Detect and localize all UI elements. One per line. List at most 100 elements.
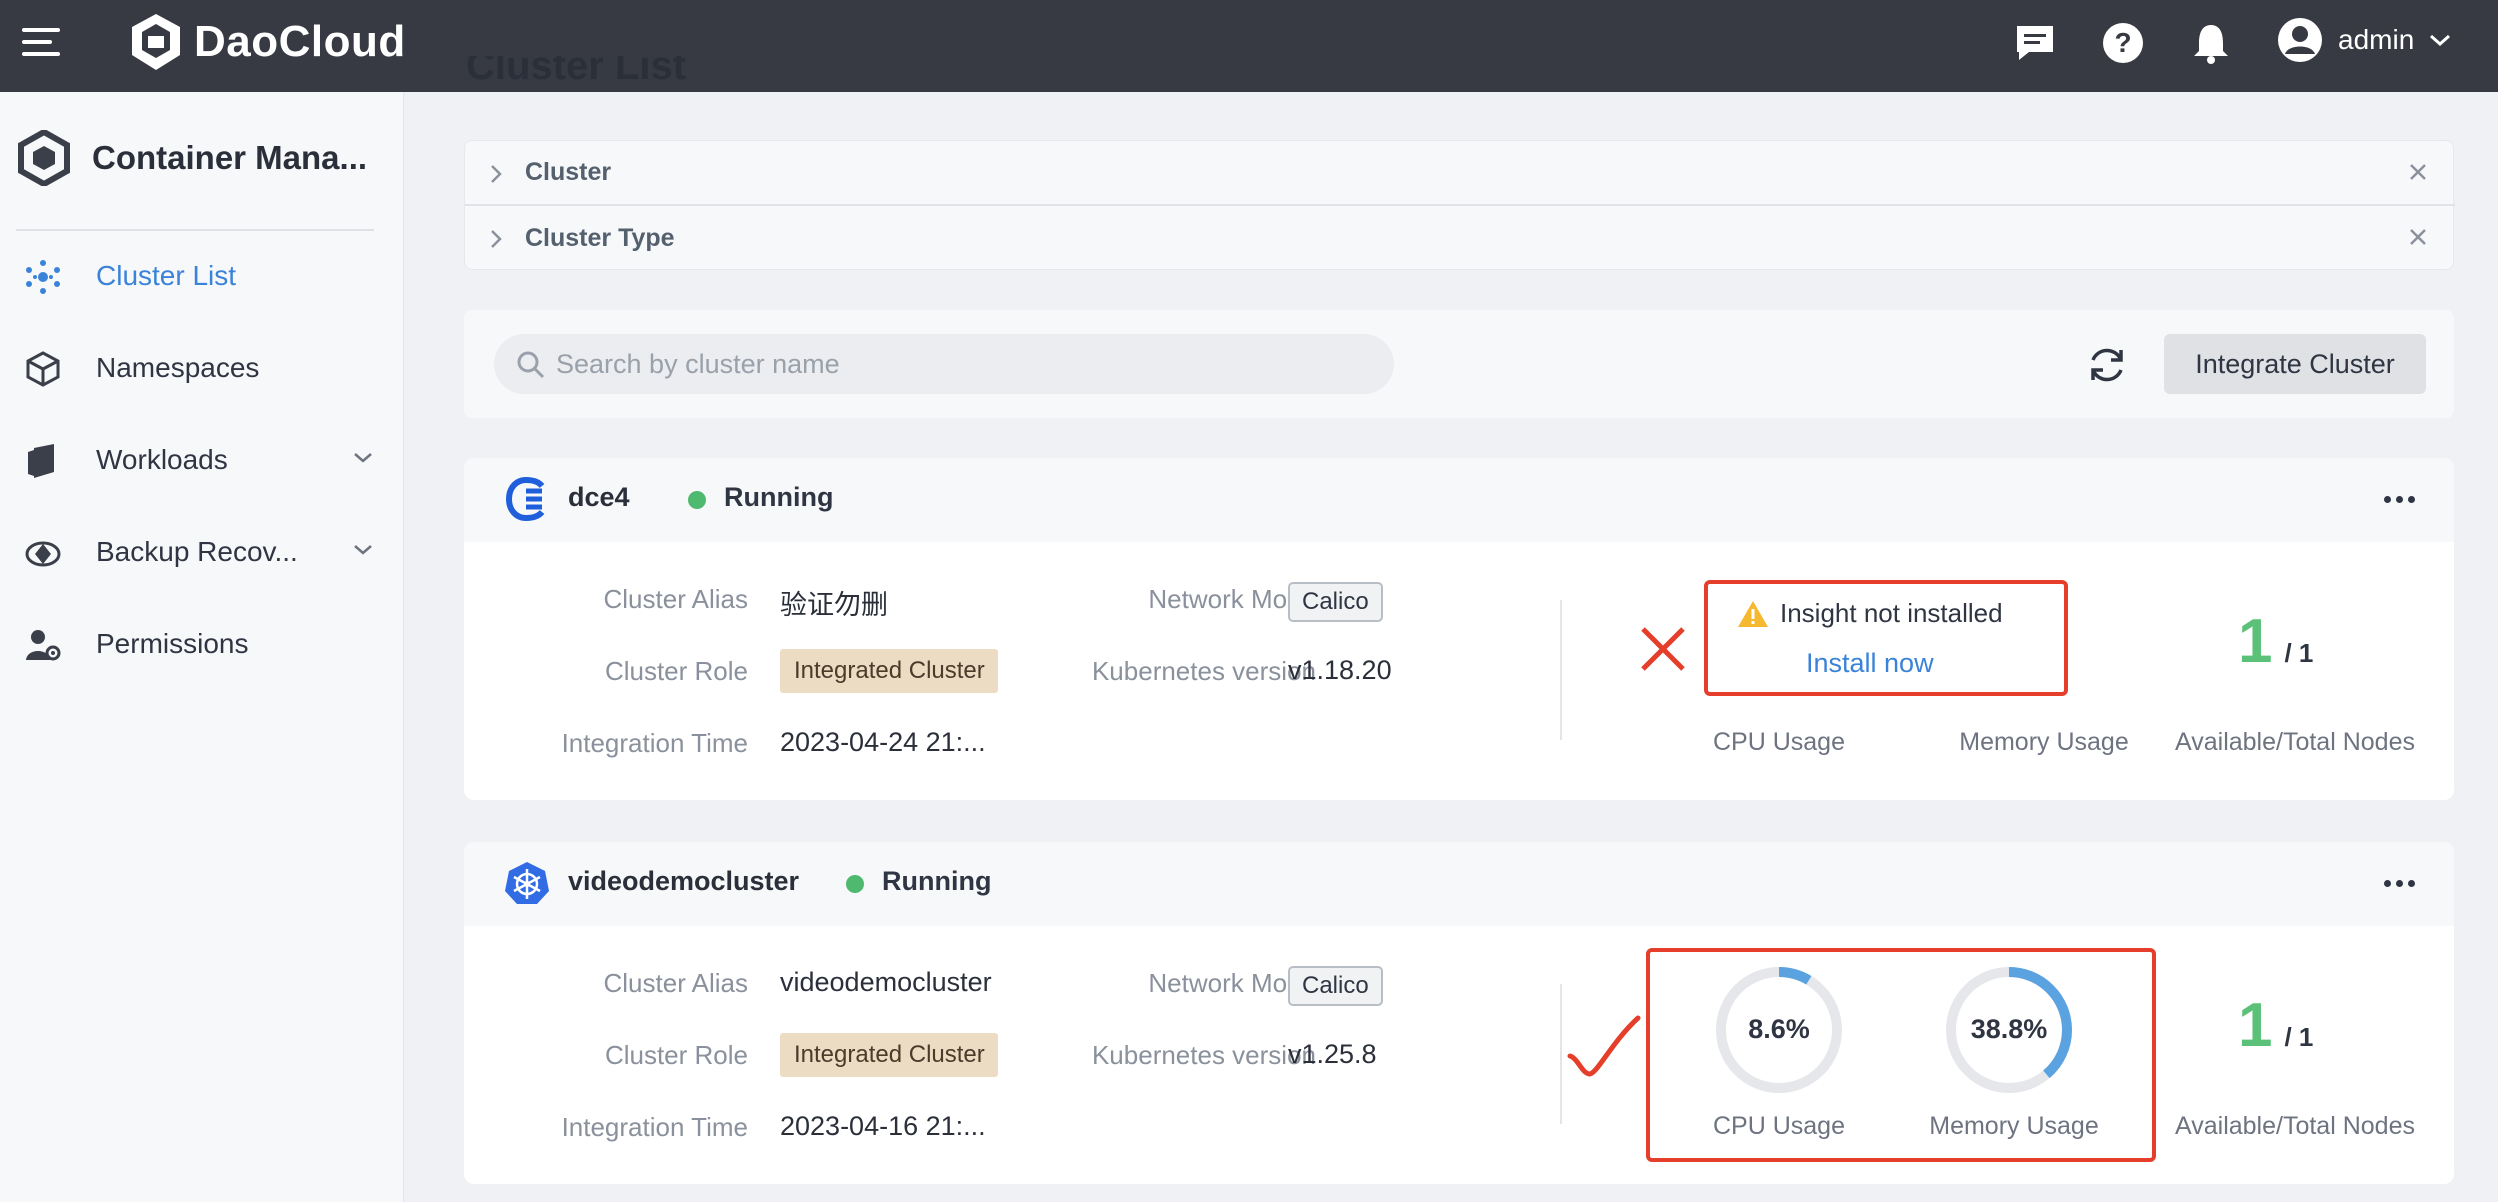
app-header: Container Mana... [18,130,367,186]
integration-time-label: Integration Time [561,1112,748,1142]
user-menu[interactable]: admin [2276,16,2452,64]
chevron-down-icon [354,545,372,555]
sidebar-item-cluster-list[interactable]: Cluster List [0,244,404,308]
chevron-down-icon [354,453,372,463]
sidebar-item-label: Workloads [96,444,228,475]
nodes-label: Available/Total Nodes [2175,728,2415,756]
filter-label: Cluster Type [525,224,675,252]
search-icon [517,351,545,379]
filter-cluster-type[interactable]: Cluster Type [465,206,2455,271]
filter-panel: Cluster Cluster Type [464,140,2455,271]
nodes-total: / 1 [2284,1022,2314,1052]
top-bar: DaoCloud ? admin [0,0,2498,92]
avatar-icon [2278,18,2322,62]
brand-name: DaoCloud [194,17,406,66]
container-management-icon [18,130,70,186]
network-mode-label: Network Mode [1148,968,1316,998]
permissions-icon [26,630,61,661]
toolbar: Integrate Cluster [464,310,2454,418]
insight-warning-text: Insight not installed [1780,598,2003,628]
backup-icon [25,541,61,567]
nodes-available: 1 [2238,607,2273,676]
menu-icon[interactable] [22,26,62,60]
k8s-version-label: Kubernetes version [1091,1040,1316,1070]
network-mode-label: Network Mode [1148,584,1316,614]
sidebar-item-label: Backup Recov... [96,536,298,567]
search-input[interactable] [556,340,1376,388]
k8s-version-label: Kubernetes version [1091,656,1316,686]
cluster-card-dce4: dce4 Running Cluster Alias 验证勿删 Cluster … [464,458,2454,800]
sidebar-item-namespaces[interactable]: Namespaces [0,336,404,400]
nodes-label: Available/Total Nodes [2175,1112,2415,1140]
sidebar-item-backup-recovery[interactable]: Backup Recov... [0,520,404,584]
cluster-alias-label: Cluster Alias [603,968,749,998]
cluster-name[interactable]: videodemocluster [568,866,799,897]
dce-logo-icon [505,476,545,522]
install-now-link[interactable]: Install now [1806,648,1934,679]
memory-usage-label: Memory Usage [1929,1112,2099,1140]
network-mode-tag: Calico [1288,582,1383,622]
nodes-available: 1 [2238,991,2273,1060]
cluster-role-label: Cluster Role [604,656,748,686]
sidebar: Container Mana... Cluster List Namespace… [0,92,404,1202]
cluster-icon [26,260,60,294]
cluster-role-tag: Integrated Cluster [780,649,998,693]
app-title: Container Mana... [92,139,368,176]
bell-icon[interactable] [2186,18,2236,68]
status-running-dot [688,491,706,509]
cluster-card-header: videodemocluster Running [464,842,2454,926]
cluster-alias-value: 验证勿删 [780,590,888,620]
nodes-count: 1 / 1 [2238,606,2313,677]
close-icon[interactable] [2407,161,2429,183]
card-divider [1560,984,1562,1124]
cpu-usage-label: CPU Usage [1713,1112,1845,1140]
sidebar-item-permissions[interactable]: Permissions [0,612,404,676]
memory-usage-value: 38.8% [1970,1014,2048,1044]
message-icon[interactable] [2010,18,2060,68]
sidebar-item-workloads[interactable]: Workloads [0,428,404,492]
cpu-usage-label: CPU Usage [1713,728,1845,756]
memory-usage-label: Memory Usage [1959,728,2129,756]
k8s-version-value: v1.25.8 [1288,1039,1377,1069]
warning-icon [1738,600,1768,627]
cluster-status: Running [882,866,992,896]
checkmark-annotation-icon [1567,1015,1641,1077]
cpu-usage-value: 8.6% [1748,1014,1810,1044]
cluster-role-label: Cluster Role [604,1040,748,1070]
svg-text:?: ? [2114,27,2131,58]
insight-warning: Insight not installed [1736,598,2003,629]
more-actions-icon[interactable] [2384,496,2415,503]
sidebar-item-label: Cluster List [96,260,237,291]
username: admin [2338,24,2415,55]
integrate-cluster-button[interactable]: Integrate Cluster [2164,334,2426,394]
daocloud-logo[interactable]: DaoCloud [128,12,406,72]
workload-icon [28,444,54,478]
more-actions-icon[interactable] [2384,880,2415,887]
status-running-dot [846,875,864,893]
refresh-icon[interactable] [2082,340,2132,390]
integration-time-value: 2023-04-24 21:... [780,727,986,757]
integration-time-label: Integration Time [561,728,748,758]
filter-cluster[interactable]: Cluster [465,141,2455,206]
sidebar-item-label: Namespaces [96,352,260,383]
chevron-right-icon [491,165,502,183]
cluster-card-videodemocluster: videodemocluster Running Cluster Alias v… [464,842,2454,1184]
sidebar-item-label: Permissions [96,628,249,659]
card-divider [1560,600,1562,740]
chevron-right-icon [491,230,502,248]
close-icon[interactable] [2407,226,2429,248]
nodes-count: 1 / 1 [2238,990,2313,1061]
cluster-alias-value: videodemocluster [780,967,992,997]
network-mode-tag: Calico [1288,966,1383,1006]
cross-annotation-icon [1641,627,1685,671]
sidebar-divider [16,229,374,231]
cluster-name[interactable]: dce4 [568,482,630,513]
nodes-total: / 1 [2284,638,2314,668]
help-icon[interactable]: ? [2098,18,2148,68]
kubernetes-icon [505,862,549,904]
filter-label: Cluster [525,158,612,186]
cluster-role-tag: Integrated Cluster [780,1033,998,1077]
daocloud-logo-icon [132,14,180,70]
namespace-icon [26,351,60,387]
k8s-version-value: v1.18.20 [1288,655,1392,685]
